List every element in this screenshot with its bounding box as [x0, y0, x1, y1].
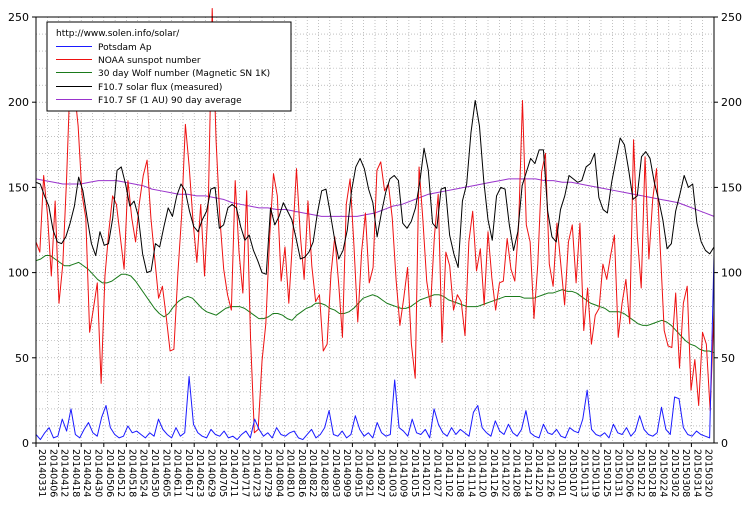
x-tick-label: 20140705 [217, 449, 228, 497]
x-tick-label: 20140828 [319, 449, 330, 497]
x-tick-label: 20150101 [556, 449, 567, 497]
x-tick-label: 20141226 [545, 449, 556, 497]
x-tick-label: 20140921 [364, 449, 375, 497]
x-tick-label: 20150224 [658, 449, 669, 497]
legend-label: NOAA sunspot number [98, 56, 201, 66]
x-tick-label: 20150206 [624, 449, 635, 497]
x-tick-label: 20140804 [273, 449, 284, 497]
y-tick-label: 0 [22, 437, 29, 450]
x-tick-label: 20140623 [194, 449, 205, 497]
x-tick-label: 20140331 [36, 449, 47, 497]
x-tick-label: 20141021 [420, 449, 431, 497]
y-tick-label: 200 [721, 96, 742, 109]
x-tick-label: 20140524 [138, 449, 149, 497]
y-tick-label: 200 [8, 96, 29, 109]
x-tick-label: 20140424 [81, 449, 92, 497]
x-tick-label: 20150212 [635, 449, 646, 497]
x-tick-label: 20141108 [454, 449, 465, 497]
x-tick-label: 20141126 [488, 449, 499, 497]
x-tick-label: 20141120 [477, 449, 488, 497]
x-tick-label: 20140412 [59, 449, 70, 497]
x-tick-label: 20140611 [172, 449, 183, 497]
y-tick-label: 250 [8, 11, 29, 24]
x-tick-label: 20140711 [228, 449, 239, 497]
x-tick-label: 20140927 [375, 449, 386, 497]
x-tick-label: 20150302 [669, 449, 680, 497]
x-tick-label: 20140530 [149, 449, 160, 497]
x-tick-label: 20140506 [104, 449, 115, 497]
x-tick-label: 20140729 [262, 449, 273, 497]
x-tick-label: 20141027 [432, 449, 443, 497]
x-tick-label: 20140406 [47, 449, 58, 497]
y-tick-label: 50 [15, 352, 29, 365]
x-tick-label: 20140717 [239, 449, 250, 497]
legend-label: 30 day Wolf number (Magnetic SN 1K) [98, 69, 270, 79]
x-tick-label: 20141208 [511, 449, 522, 497]
x-tick-label: 20150308 [680, 449, 691, 497]
x-tick-label: 20141202 [499, 449, 510, 497]
x-tick-label: 20150113 [578, 449, 589, 497]
solar-indices-chart: 0 50 100 150 200 250 0 50 100 150 200 250 20140331… [0, 0, 752, 530]
legend-source-text: http://www.solen.info/solar/ [56, 29, 180, 39]
x-tick-label: 20150125 [601, 449, 612, 497]
y-tick-label: 100 [8, 267, 29, 280]
x-tick-label: 20140810 [285, 449, 296, 497]
y-tick-label: 250 [721, 11, 742, 24]
x-tick-label: 20140822 [307, 449, 318, 497]
legend-label: F10.7 solar flux (measured) [98, 83, 222, 93]
x-tick-label: 20140816 [296, 449, 307, 497]
x-tick-label: 20141015 [409, 449, 420, 497]
x-tick-label: 20140418 [70, 449, 81, 497]
y-tick-label: 100 [721, 267, 742, 280]
x-tick-label: 20140723 [251, 449, 262, 497]
x-tick-label: 20150131 [612, 449, 623, 497]
x-tick-label: 20150218 [646, 449, 657, 497]
x-tick-label: 20150119 [590, 449, 601, 497]
x-tick-label: 20141009 [398, 449, 409, 497]
y-tick-label: 0 [721, 437, 728, 450]
x-tick-label: 20141003 [386, 449, 397, 497]
x-tick-label: 20140518 [126, 449, 137, 497]
x-tick-label: 20140512 [115, 449, 126, 497]
x-tick-label: 20150314 [691, 449, 702, 497]
x-tick-label: 20140617 [183, 449, 194, 497]
x-tick-label: 20140903 [330, 449, 341, 497]
x-tick-label: 20140605 [160, 449, 171, 497]
y-tick-label: 150 [8, 181, 29, 194]
y-tick-label: 150 [721, 181, 742, 194]
legend-label: Potsdam Ap [98, 43, 152, 53]
x-tick-label: 20141114 [465, 449, 476, 497]
x-tick-label: 20150107 [567, 449, 578, 497]
x-tick-label: 20140909 [341, 449, 352, 497]
x-tick-label: 20140915 [352, 449, 363, 497]
y-tick-label: 50 [721, 352, 735, 365]
x-tick-label: 20140629 [206, 449, 217, 497]
x-tick-label: 20141214 [522, 449, 533, 497]
x-tick-label: 20141102 [443, 449, 454, 497]
x-tick-label: 20150320 [703, 449, 714, 497]
x-axis: 20140331 20140406 20140412 20140418 20140424… [35, 443, 714, 497]
legend-label: F10.7 SF (1 AU) 90 day average [98, 96, 242, 106]
x-tick-label: 20141220 [533, 449, 544, 497]
legend: http://www.solen.info/solar/ Potsdam Ap … [46, 21, 292, 112]
x-tick-label: 20140430 [93, 449, 104, 497]
